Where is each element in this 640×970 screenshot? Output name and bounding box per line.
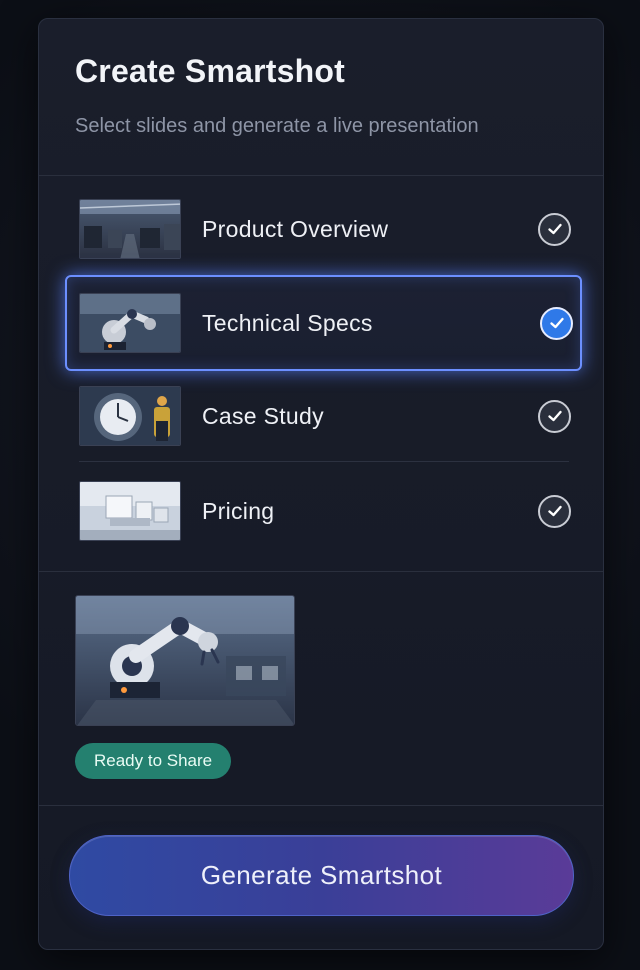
- worker-clock-image: [79, 386, 181, 446]
- slide-item-technical-specs[interactable]: Technical Specs: [65, 275, 582, 371]
- panel-header: Create Smartshot Select slides and gener…: [39, 19, 603, 176]
- checkmark-icon[interactable]: [538, 399, 571, 433]
- factory-floor-image: [79, 199, 181, 259]
- slide-label: Product Overview: [202, 215, 389, 242]
- generate-smartshot-button[interactable]: Generate Smartshot: [69, 835, 574, 916]
- robot-arm-image: [79, 293, 181, 353]
- equipment-render-image: [79, 481, 181, 541]
- checkmark-icon[interactable]: [538, 494, 571, 528]
- slide-label: Technical Specs: [202, 309, 373, 336]
- page-subtitle: Select slides and generate a live presen…: [75, 115, 479, 137]
- slide-item-pricing[interactable]: Pricing: [65, 471, 579, 551]
- section-divider: [39, 571, 603, 572]
- slide-item-product-overview[interactable]: Product Overview: [65, 189, 579, 269]
- section-divider: [39, 805, 603, 806]
- checkmark-icon[interactable]: [540, 306, 573, 340]
- slide-label: Case Study: [202, 402, 324, 429]
- slide-item-case-study[interactable]: Case Study: [65, 376, 579, 456]
- smartshot-panel: Create Smartshot Select slides and gener…: [38, 18, 604, 950]
- list-divider: [79, 461, 569, 462]
- slide-label: Pricing: [202, 497, 275, 524]
- status-badge: Ready to Share: [75, 743, 232, 779]
- robot-arm-preview-image: [75, 595, 295, 726]
- checkmark-icon[interactable]: [538, 212, 571, 246]
- page-title: Create Smartshot: [75, 53, 345, 89]
